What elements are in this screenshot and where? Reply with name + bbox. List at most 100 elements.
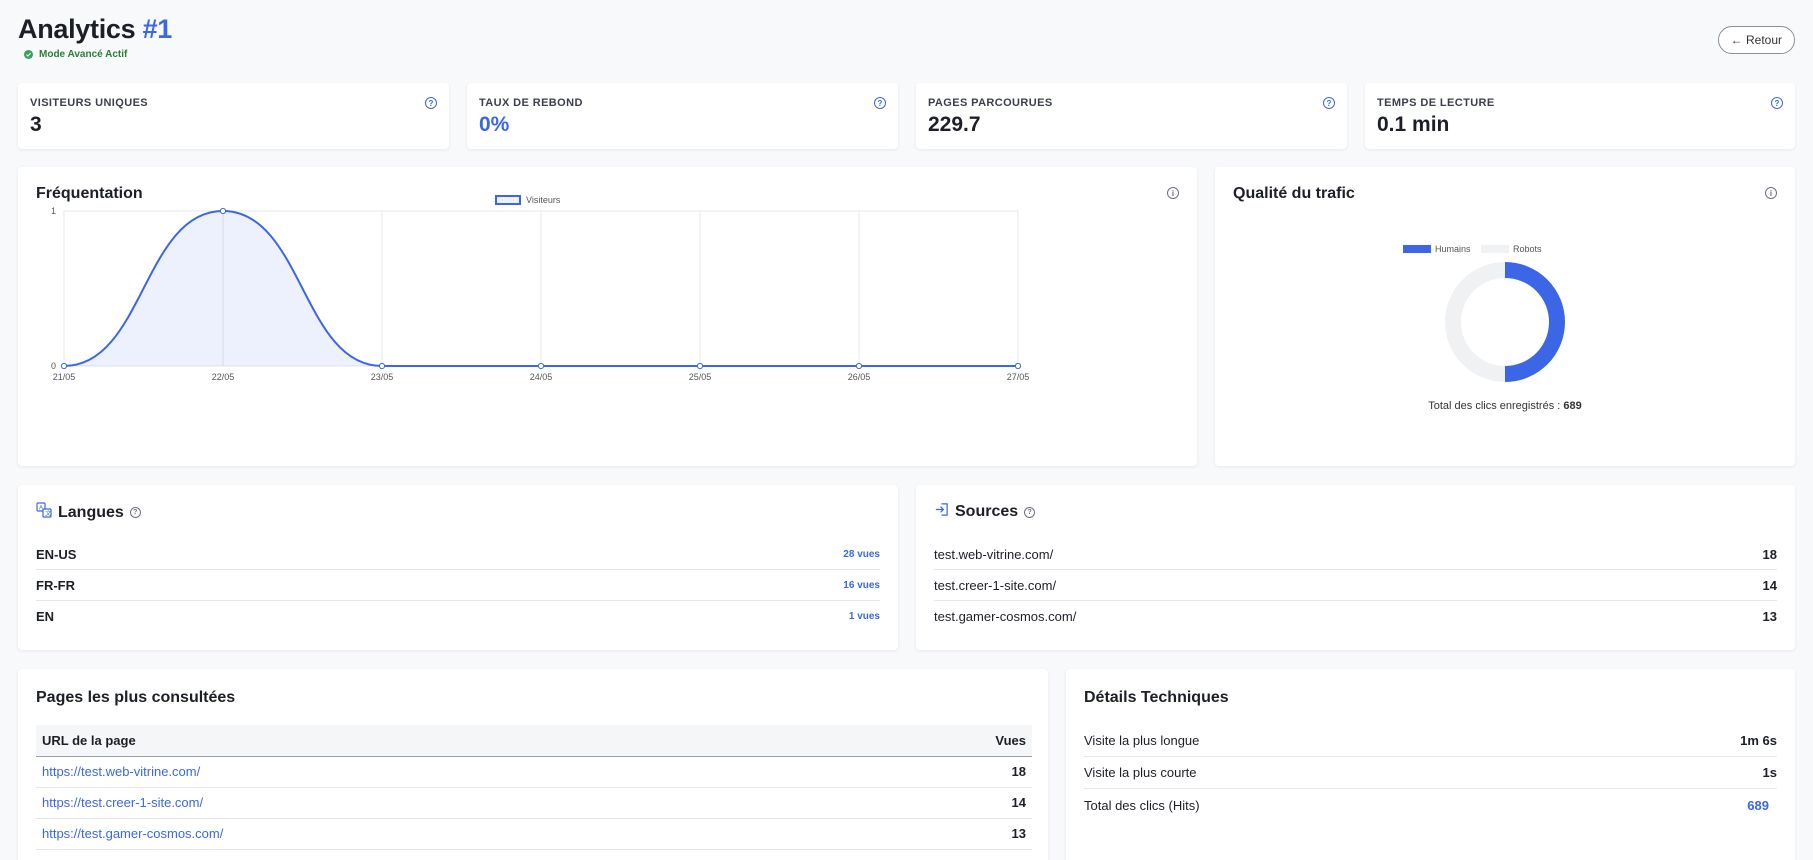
traffic-quality-title: Qualité du trafic xyxy=(1233,185,1355,202)
source-url: test.gamer-cosmos.com/ xyxy=(934,609,1077,624)
top-pages-card: Pages les plus consultées URL de la page… xyxy=(18,669,1048,860)
kpi-value: 0% xyxy=(479,113,510,136)
tech-row: Visite la plus longue 1m 6s xyxy=(1084,725,1777,757)
x-tick-label: 21/05 xyxy=(53,372,76,382)
top-pages-table: URL de la page Vues https://test.web-vit… xyxy=(36,725,1032,850)
login-arrow-icon xyxy=(934,502,949,522)
tech-label: Total des clics (Hits) xyxy=(1084,797,1200,813)
frequentation-card: Fréquentation i 21/05 22/05 23/05 24/05 25/0… xyxy=(18,167,1197,466)
page-header: Analytics #1 Mode Avancé Actif ← Retour xyxy=(18,14,1795,64)
page-title-id: #1 xyxy=(142,14,173,44)
donut-slice xyxy=(1504,262,1565,382)
tech-label: Visite la plus courte xyxy=(1084,765,1197,780)
list-item: EN 1 vues xyxy=(36,601,880,632)
data-point xyxy=(855,362,863,370)
data-point xyxy=(219,207,227,215)
list-item: test.creer-1-site.com/ 14 xyxy=(934,570,1777,601)
source-count: 13 xyxy=(1762,609,1777,624)
x-tick-label: 26/05 xyxy=(848,372,871,382)
language-views: 1 vues xyxy=(848,611,880,622)
mode-badge: Mode Avancé Actif xyxy=(24,49,1795,60)
y-tick-label: 1 xyxy=(51,206,56,216)
table-row: https://test.gamer-cosmos.com/ 13 xyxy=(36,818,1032,850)
x-tick-label: 22/05 xyxy=(212,372,235,382)
data-point xyxy=(1014,362,1022,370)
table-row: https://test.creer-1-site.com/ 14 xyxy=(36,787,1032,819)
tech-row: Visite la plus courte 1s xyxy=(1084,757,1777,789)
language-views: 28 vues xyxy=(843,548,880,560)
data-point xyxy=(537,362,545,370)
kpi-label: TEMPS DE LECTURE xyxy=(1377,97,1495,109)
x-tick-label: 27/05 xyxy=(1007,372,1030,382)
page-views: 18 xyxy=(852,756,1032,788)
list-item: EN-US 28 vues xyxy=(36,539,880,570)
languages-card: A文 Langues ? EN-US 28 vues FR-FR 16 vues… xyxy=(18,485,898,650)
info-icon[interactable]: i xyxy=(1765,187,1777,199)
legend-swatch xyxy=(1481,245,1509,253)
svg-text:文: 文 xyxy=(45,510,51,518)
help-icon[interactable]: ? xyxy=(425,97,437,109)
sources-header: Sources ? xyxy=(934,502,1036,522)
source-count: 18 xyxy=(1762,546,1777,562)
check-circle-icon xyxy=(24,50,33,59)
kpi-card-pages-viewed: PAGES PARCOURUES 229.7 ? xyxy=(916,83,1347,149)
kpi-card-bounce-rate: TAUX DE REBOND 0% ? xyxy=(467,83,898,149)
tech-details-title: Détails Techniques xyxy=(1084,689,1229,706)
legend-label: Humains xyxy=(1435,244,1471,254)
language-code: EN xyxy=(36,609,55,624)
language-code: EN-US xyxy=(36,546,77,562)
kpi-card-unique-visitors: VISITEURS UNIQUES 3 ? xyxy=(18,83,449,149)
page-views: 14 xyxy=(852,787,1032,819)
table-row: https://test.web-vitrine.com/ 18 xyxy=(36,756,1032,788)
source-url: test.creer-1-site.com/ xyxy=(934,577,1057,593)
source-count: 14 xyxy=(1762,577,1777,593)
top-pages-title: Pages les plus consultées xyxy=(36,689,236,706)
kpi-value: 0.1 min xyxy=(1377,113,1450,136)
x-tick-label: 23/05 xyxy=(371,372,394,382)
sources-card: Sources ? test.web-vitrine.com/ 18 test.… xyxy=(916,485,1795,650)
list-item: test.web-vitrine.com/ 18 xyxy=(934,539,1777,570)
mode-label: Mode Avancé Actif xyxy=(39,49,128,60)
data-point xyxy=(60,362,68,370)
back-button[interactable]: ← Retour xyxy=(1717,26,1795,54)
table-header-row: URL de la page Vues xyxy=(36,725,1032,757)
data-point xyxy=(378,362,386,370)
help-icon[interactable]: ? xyxy=(1024,506,1036,518)
x-tick-label: 24/05 xyxy=(530,372,553,382)
kpi-value: 3 xyxy=(30,113,42,136)
legend-label: Visiteurs xyxy=(526,195,561,205)
traffic-total-label: Total des clics enregistrés : xyxy=(1428,400,1561,412)
help-icon[interactable]: ? xyxy=(129,507,141,518)
sources-title: Sources xyxy=(955,503,1019,520)
data-point xyxy=(696,362,704,370)
traffic-total-value: 689 xyxy=(1563,400,1582,412)
tech-value: 1m 6s xyxy=(1740,733,1777,748)
languages-list: EN-US 28 vues FR-FR 16 vues EN 1 vues xyxy=(18,539,898,639)
language-views: 16 vues xyxy=(843,579,880,591)
kpi-label: VISITEURS UNIQUES xyxy=(30,97,149,109)
tech-details-card: Détails Techniques Visite la plus longue… xyxy=(1066,669,1795,860)
tech-label: Visite la plus longue xyxy=(1084,733,1200,748)
help-icon[interactable]: ? xyxy=(874,97,886,109)
traffic-total: Total des clics enregistrés : 689 xyxy=(1215,400,1795,412)
page-link[interactable]: https://test.gamer-cosmos.com/ xyxy=(42,826,223,841)
languages-header: A文 Langues ? xyxy=(36,502,141,523)
tech-value: 689 xyxy=(1747,797,1769,813)
list-item: test.gamer-cosmos.com/ 13 xyxy=(934,601,1777,632)
help-icon[interactable]: ? xyxy=(1323,97,1335,109)
traffic-quality-card: Qualité du trafic i Humains Robots Total … xyxy=(1215,167,1795,466)
kpi-label: PAGES PARCOURUES xyxy=(928,97,1053,109)
traffic-donut-chart: Humains Robots xyxy=(1403,244,1565,382)
languages-title: Langues xyxy=(58,503,124,521)
list-item: FR-FR 16 vues xyxy=(36,570,880,601)
kpi-card-reading-time: TEMPS DE LECTURE 0.1 min ? xyxy=(1365,83,1795,149)
page-link[interactable]: https://test.creer-1-site.com/ xyxy=(42,795,203,810)
help-icon[interactable]: ? xyxy=(1771,97,1783,109)
kpi-value: 229.7 xyxy=(928,113,981,136)
source-url: test.web-vitrine.com/ xyxy=(934,546,1054,562)
page-link[interactable]: https://test.web-vitrine.com/ xyxy=(42,764,200,779)
page-title-text: Analytics xyxy=(18,14,136,44)
legend-swatch xyxy=(495,195,521,205)
legend-label: Robots xyxy=(1513,244,1542,254)
translate-icon: A文 xyxy=(36,502,52,523)
